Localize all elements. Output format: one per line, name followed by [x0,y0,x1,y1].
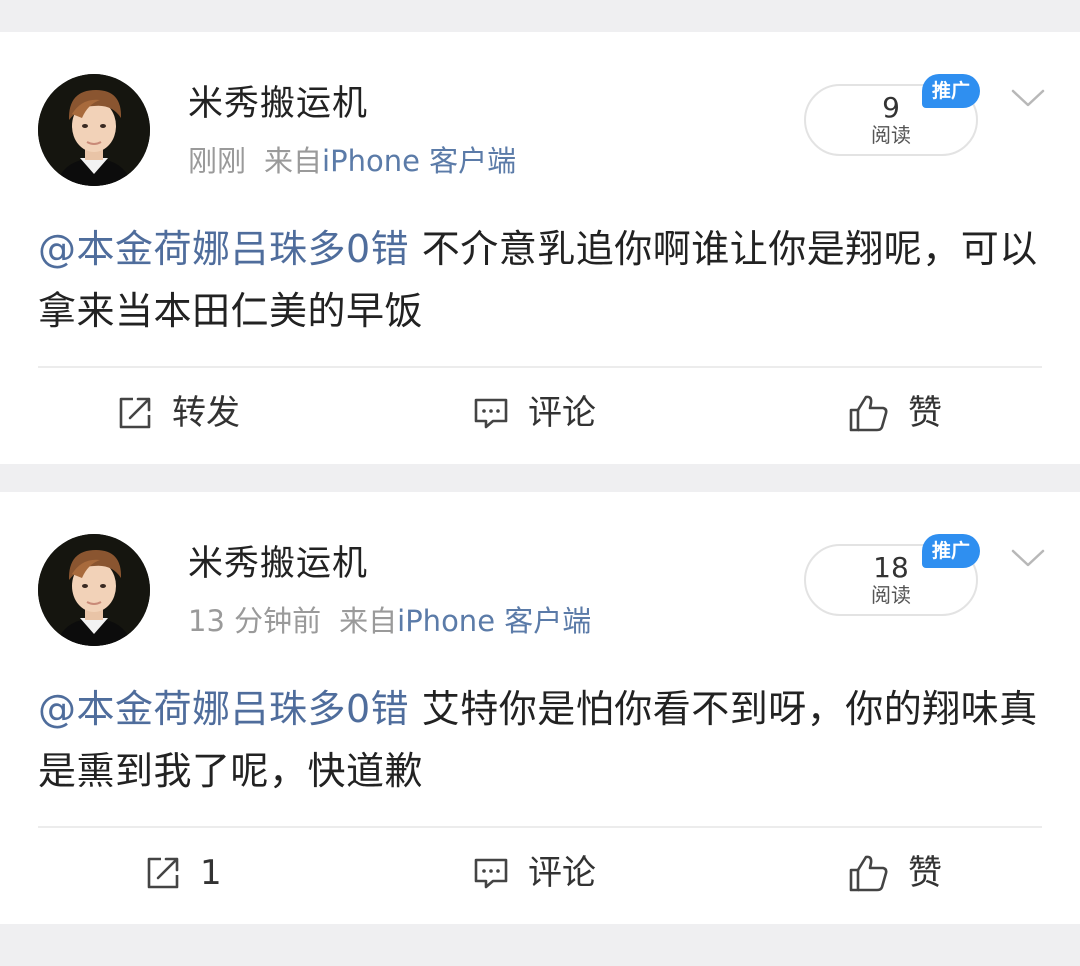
promo-badge[interactable]: 推广 [922,534,980,568]
repost-count: 1 [200,853,222,893]
like-button[interactable]: 赞 [848,388,942,438]
post-content: @本金荷娜吕珠多0错 艾特你是怕你看不到呀，你的翔味真是熏到我了呢，快道歉 [38,678,1048,802]
username[interactable]: 米秀搬运机 [188,544,368,584]
mention-link[interactable]: @本金荷娜吕珠多0错 [38,687,409,731]
source-client[interactable]: iPhone 客户端 [322,144,516,178]
mention-link[interactable]: @本金荷娜吕珠多0错 [38,227,409,271]
comment-button[interactable]: 评论 [472,388,596,438]
source-client[interactable]: iPhone 客户端 [397,604,591,638]
source-prefix: 来自 [264,144,323,178]
post-meta: 刚刚 来自iPhone 客户端 [188,144,516,178]
chevron-down-icon[interactable] [1010,546,1046,570]
comment-label: 评论 [528,393,596,433]
promo-badge[interactable]: 推广 [922,74,980,108]
comment-label: 评论 [528,853,596,893]
thumbs-up-icon [849,395,888,432]
post-meta: 13 分钟前 来自iPhone 客户端 [188,604,591,638]
post-time: 刚刚 [188,144,247,178]
avatar-image [38,534,150,646]
username[interactable]: 米秀搬运机 [188,84,368,124]
read-label: 阅读 [871,123,911,147]
repost-button[interactable]: 转发 [116,388,240,438]
post-content: @本金荷娜吕珠多0错 不介意乳追你啊谁让你是翔呢，可以拿来当本田仁美的早饭 [38,218,1048,342]
thumbs-up-icon [849,855,888,892]
repost-label: 转发 [172,393,240,433]
avatar[interactable] [38,534,150,646]
speech-bubble-icon [474,398,508,429]
like-button[interactable]: 赞 [848,848,942,898]
source-prefix: 来自 [339,604,398,638]
divider [38,826,1042,828]
divider [38,366,1042,368]
top-gap [0,0,1080,32]
feed-post[interactable]: 米秀搬运机 刚刚 来自iPhone 客户端 9 阅读 推广 @本金荷娜吕珠多0错 … [0,32,1080,464]
share-arrow-box-icon [147,857,179,889]
repost-button[interactable]: 1 [144,848,222,898]
avatar-image [38,74,150,186]
chevron-down-icon[interactable] [1010,86,1046,110]
speech-bubble-icon [474,858,508,889]
post-time: 13 分钟前 [188,604,322,638]
avatar[interactable] [38,74,150,186]
like-label: 赞 [908,853,942,893]
read-label: 阅读 [871,583,911,607]
feed-post[interactable]: 米秀搬运机 13 分钟前 来自iPhone 客户端 18 阅读 推广 @本金荷娜吕… [0,492,1080,924]
like-label: 赞 [908,393,942,433]
comment-button[interactable]: 评论 [472,848,596,898]
share-arrow-box-icon [119,397,151,429]
